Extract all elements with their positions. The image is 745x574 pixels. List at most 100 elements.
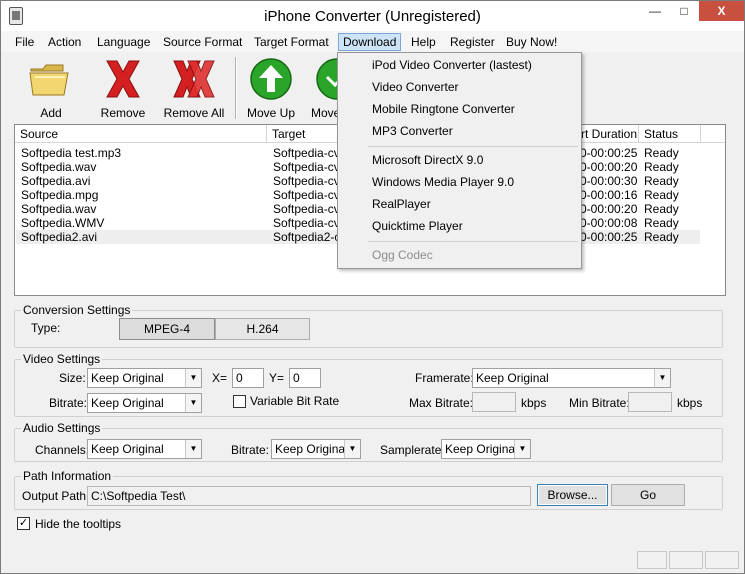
remove-all-button[interactable]: Remove All xyxy=(159,53,229,121)
menu-item-mp3-converter[interactable]: MP3 Converter xyxy=(339,120,580,142)
size-value: Keep Original xyxy=(91,371,164,385)
y-label: Y= xyxy=(269,371,285,385)
row-status: Ready xyxy=(644,174,679,188)
audio-bitrate-label: Bitrate: xyxy=(231,443,270,457)
audio-bitrate-select[interactable]: Keep Original ▼ xyxy=(271,439,361,459)
row-source: Softpedia.wav xyxy=(21,202,97,216)
row-duration: 0-00:00:30 xyxy=(580,174,638,188)
max-bitrate-field[interactable] xyxy=(472,392,516,412)
column-status[interactable]: Status xyxy=(639,125,701,143)
menu-item-ipod-video-converter[interactable]: iPod Video Converter (lastest) xyxy=(339,54,580,76)
chevron-down-icon: ▼ xyxy=(185,440,201,458)
window-title: iPhone Converter (Unregistered) xyxy=(264,8,481,25)
remove-button[interactable]: Remove xyxy=(91,53,155,121)
row-duration: 0-00:00:20 xyxy=(580,160,638,174)
video-settings-group: Video Settings Size: Keep Original ▼ X= … xyxy=(14,352,723,417)
type-h264-toggle[interactable]: H.264 xyxy=(215,318,310,340)
menu-action[interactable]: Action xyxy=(44,33,85,51)
status-bar xyxy=(1,549,744,573)
samplerate-select[interactable]: Keep Original ▼ xyxy=(441,439,531,459)
menu-item-video-converter[interactable]: Video Converter xyxy=(339,76,580,98)
x-field[interactable]: 0 xyxy=(232,368,264,388)
vbr-checkbox[interactable] xyxy=(233,395,246,408)
menu-item-mobile-ringtone-converter[interactable]: Mobile Ringtone Converter xyxy=(339,98,580,120)
menu-buy-now[interactable]: Buy Now! xyxy=(502,33,561,51)
menu-source-format[interactable]: Source Format xyxy=(159,33,246,51)
menu-bar: File Action Language Source Format Targe… xyxy=(1,31,744,52)
row-duration: 0-00:00:25 xyxy=(580,230,638,244)
row-source: Softpedia test.mp3 xyxy=(21,146,122,160)
row-source: Softpedia.wav xyxy=(21,160,97,174)
video-bitrate-value: Keep Original xyxy=(91,396,164,410)
row-status: Ready xyxy=(644,160,679,174)
column-duration[interactable]: rt Duration xyxy=(579,125,639,143)
menu-target-format[interactable]: Target Format xyxy=(250,33,333,51)
max-kbps-label: kbps xyxy=(521,396,547,410)
type-mpeg4-toggle[interactable]: MPEG-4 xyxy=(119,318,215,340)
download-menu: iPod Video Converter (lastest) Video Con… xyxy=(337,52,582,269)
status-pane xyxy=(669,551,703,569)
arrow-up-icon xyxy=(250,58,292,100)
channels-select[interactable]: Keep Original ▼ xyxy=(87,439,202,459)
conversion-settings-title: Conversion Settings xyxy=(21,303,133,317)
maximize-button[interactable]: □ xyxy=(670,1,698,21)
title-bar: iPhone Converter (Unregistered) — □ X xyxy=(1,1,744,31)
channels-label: Channels: xyxy=(35,443,90,457)
row-status: Ready xyxy=(644,216,679,230)
menu-separator xyxy=(368,146,578,147)
folder-icon xyxy=(29,64,69,96)
status-pane xyxy=(637,551,667,569)
menu-help[interactable]: Help xyxy=(407,33,440,51)
audio-bitrate-value: Keep Original xyxy=(275,442,348,456)
size-select[interactable]: Keep Original ▼ xyxy=(87,368,202,388)
conversion-settings-group: Conversion Settings Type: MPEG-4 H.264 xyxy=(14,303,723,348)
audio-settings-group: Audio Settings Channels: Keep Original ▼… xyxy=(14,421,723,462)
remove-label: Remove xyxy=(100,106,146,120)
row-source: Softpedia2.avi xyxy=(21,230,98,244)
app-window: iPhone Converter (Unregistered) — □ X Fi… xyxy=(0,0,745,574)
framerate-label: Framerate: xyxy=(415,371,474,385)
chevron-down-icon: ▼ xyxy=(344,440,360,458)
menu-item-directx[interactable]: Microsoft DirectX 9.0 xyxy=(339,149,580,171)
row-duration: 0-00:00:20 xyxy=(580,202,638,216)
go-button[interactable]: Go xyxy=(611,484,685,506)
menu-item-quicktime-player[interactable]: Quicktime Player xyxy=(339,215,580,237)
remove-all-label: Remove All xyxy=(163,106,225,120)
menu-file[interactable]: File xyxy=(11,33,38,51)
row-status: Ready xyxy=(644,146,679,160)
chevron-down-icon: ▼ xyxy=(185,369,201,387)
framerate-select[interactable]: Keep Original ▼ xyxy=(472,368,671,388)
close-button[interactable]: X xyxy=(699,1,744,21)
samplerate-label: Samplerate: xyxy=(380,443,445,457)
remove-all-x-icon xyxy=(173,60,215,98)
move-down-button[interactable]: Move xyxy=(305,53,341,121)
move-up-label: Move Up xyxy=(246,106,296,120)
minimize-button[interactable]: — xyxy=(641,1,669,21)
channels-value: Keep Original xyxy=(91,442,164,456)
min-kbps-label: kbps xyxy=(677,396,703,410)
menu-item-realplayer[interactable]: RealPlayer xyxy=(339,193,580,215)
toolbar-separator xyxy=(235,57,237,119)
move-up-button[interactable]: Move Up xyxy=(241,53,301,121)
audio-settings-title: Audio Settings xyxy=(21,421,103,435)
samplerate-value: Keep Original xyxy=(445,442,518,456)
path-info-group: Path Information Output Path: C:\Softped… xyxy=(14,469,723,510)
row-source: Softpedia.avi xyxy=(21,174,91,188)
menu-register[interactable]: Register xyxy=(446,33,499,51)
browse-button[interactable]: Browse... xyxy=(537,484,608,506)
add-button[interactable]: Add xyxy=(19,53,83,121)
size-label: Size: xyxy=(59,371,86,385)
row-duration: 0-00:00:25 xyxy=(580,146,638,160)
menu-download[interactable]: Download xyxy=(338,33,402,51)
row-source: Softpedia.WMV xyxy=(21,216,105,230)
menu-item-windows-media-player[interactable]: Windows Media Player 9.0 xyxy=(339,171,580,193)
chevron-down-icon: ▼ xyxy=(185,394,201,412)
y-field[interactable]: 0 xyxy=(289,368,321,388)
menu-language[interactable]: Language xyxy=(93,33,154,51)
column-source[interactable]: Source xyxy=(15,125,267,143)
hide-tooltips-checkbox[interactable]: ✓ xyxy=(17,517,30,530)
min-bitrate-field[interactable] xyxy=(628,392,672,412)
output-path-field[interactable]: C:\Softpedia Test\ xyxy=(87,486,531,506)
video-bitrate-select[interactable]: Keep Original ▼ xyxy=(87,393,202,413)
video-bitrate-label: Bitrate: xyxy=(49,396,88,410)
